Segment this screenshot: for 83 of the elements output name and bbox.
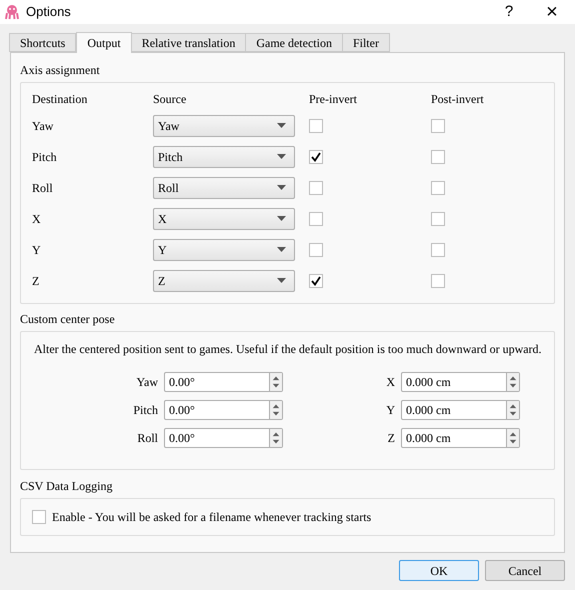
post-invert-checkbox[interactable] <box>431 274 445 288</box>
column-header: Pre-invert <box>309 91 358 108</box>
spin-box[interactable]: 0.000 cm <box>401 400 520 420</box>
spin-arrows-icon[interactable] <box>269 429 282 447</box>
pre-invert-checkbox[interactable] <box>309 118 323 132</box>
pre-invert-checkbox[interactable] <box>309 212 323 226</box>
column-header: Source <box>153 91 188 108</box>
destination-label: Yaw <box>32 118 54 134</box>
destination-label: Y <box>32 242 42 258</box>
checkmark-icon <box>311 276 321 286</box>
spin-value: 0.00° <box>168 402 196 419</box>
dialog-button[interactable]: OK <box>399 560 479 581</box>
tab[interactable]: Shortcuts <box>9 33 76 52</box>
description-text: Alter the centered position sent to games. Useful if the default position is too much downward or upward. <box>34 341 541 358</box>
field-label: X <box>385 374 395 391</box>
group-title: Axis assignment <box>20 62 101 78</box>
post-invert-checkbox[interactable] <box>431 212 445 226</box>
tab[interactable]: Filter <box>342 33 390 52</box>
checkmark-icon <box>311 152 321 162</box>
spin-value: 0.000 cm <box>405 430 452 447</box>
spin-value: 0.000 cm <box>405 374 452 391</box>
caret-icon <box>277 123 286 128</box>
column-header: Destination <box>32 91 88 108</box>
checkbox-label: Enable - You will be asked for a filename whenever tracking starts <box>52 509 372 526</box>
source-dropdown[interactable]: X <box>153 208 295 230</box>
caret-icon <box>277 278 286 283</box>
octopus-icon <box>4 4 20 20</box>
spin-arrows-icon[interactable] <box>506 373 519 391</box>
post-invert-checkbox[interactable] <box>431 180 445 194</box>
caret-icon <box>277 216 286 221</box>
dropdown-value: Z <box>158 272 166 290</box>
field-label: Z <box>386 430 395 447</box>
spin-box[interactable]: 0.00° <box>164 400 283 420</box>
destination-label: Z <box>32 272 40 290</box>
destination-label: X <box>32 210 42 228</box>
post-invert-checkbox[interactable] <box>431 242 445 256</box>
caret-icon <box>277 185 286 190</box>
tab[interactable]: Relative translation <box>130 33 246 52</box>
group-title: Custom center pose <box>20 311 116 327</box>
post-invert-checkbox[interactable] <box>431 118 445 132</box>
source-dropdown[interactable]: Y <box>153 238 295 260</box>
pre-invert-checkbox[interactable] <box>309 180 323 194</box>
source-dropdown[interactable]: Pitch <box>153 146 295 168</box>
close-button[interactable]: × <box>529 0 575 24</box>
pre-invert-checkbox[interactable] <box>309 274 323 288</box>
spin-arrows-icon[interactable] <box>269 373 282 391</box>
destination-label: Roll <box>32 180 54 196</box>
destination-label: Pitch <box>32 148 58 166</box>
column-header: Post-invert <box>431 91 485 108</box>
tab[interactable]: Game detection <box>245 33 343 52</box>
pre-invert-checkbox[interactable] <box>309 242 323 256</box>
field-label: Pitch <box>132 402 158 419</box>
dropdown-value: Yaw <box>158 118 180 134</box>
spin-arrows-icon[interactable] <box>269 401 282 419</box>
spin-value: 0.000 cm <box>405 402 452 419</box>
dropdown-value: Pitch <box>158 148 184 166</box>
window-title: Options <box>26 3 71 22</box>
source-dropdown[interactable]: Z <box>153 270 295 292</box>
spin-box[interactable]: 0.000 cm <box>401 428 520 448</box>
dialog-button[interactable]: Cancel <box>485 560 565 581</box>
pre-invert-checkbox[interactable] <box>309 150 323 164</box>
spin-value: 0.00° <box>168 430 196 447</box>
field-label: Yaw <box>136 374 158 391</box>
spin-box[interactable]: 0.00° <box>164 428 283 448</box>
caret-icon <box>277 247 286 252</box>
field-label: Y <box>385 402 395 419</box>
spin-value: 0.00° <box>168 374 196 391</box>
spin-arrows-icon[interactable] <box>506 429 519 447</box>
enable-checkbox[interactable] <box>32 510 46 524</box>
tab[interactable]: Output <box>76 32 132 53</box>
source-dropdown[interactable]: Yaw <box>153 114 295 136</box>
spin-box[interactable]: 0.00° <box>164 372 283 392</box>
caret-icon <box>277 154 286 159</box>
spin-box[interactable]: 0.000 cm <box>401 372 520 392</box>
group-title: CSV Data Logging <box>20 478 114 494</box>
dropdown-value: X <box>158 210 168 228</box>
help-button[interactable]: ? <box>489 0 529 24</box>
source-dropdown[interactable]: Roll <box>153 176 295 198</box>
field-label: Roll <box>136 430 158 447</box>
dropdown-value: Roll <box>158 180 180 196</box>
post-invert-checkbox[interactable] <box>431 150 445 164</box>
dropdown-value: Y <box>158 242 168 258</box>
spin-arrows-icon[interactable] <box>506 401 519 419</box>
